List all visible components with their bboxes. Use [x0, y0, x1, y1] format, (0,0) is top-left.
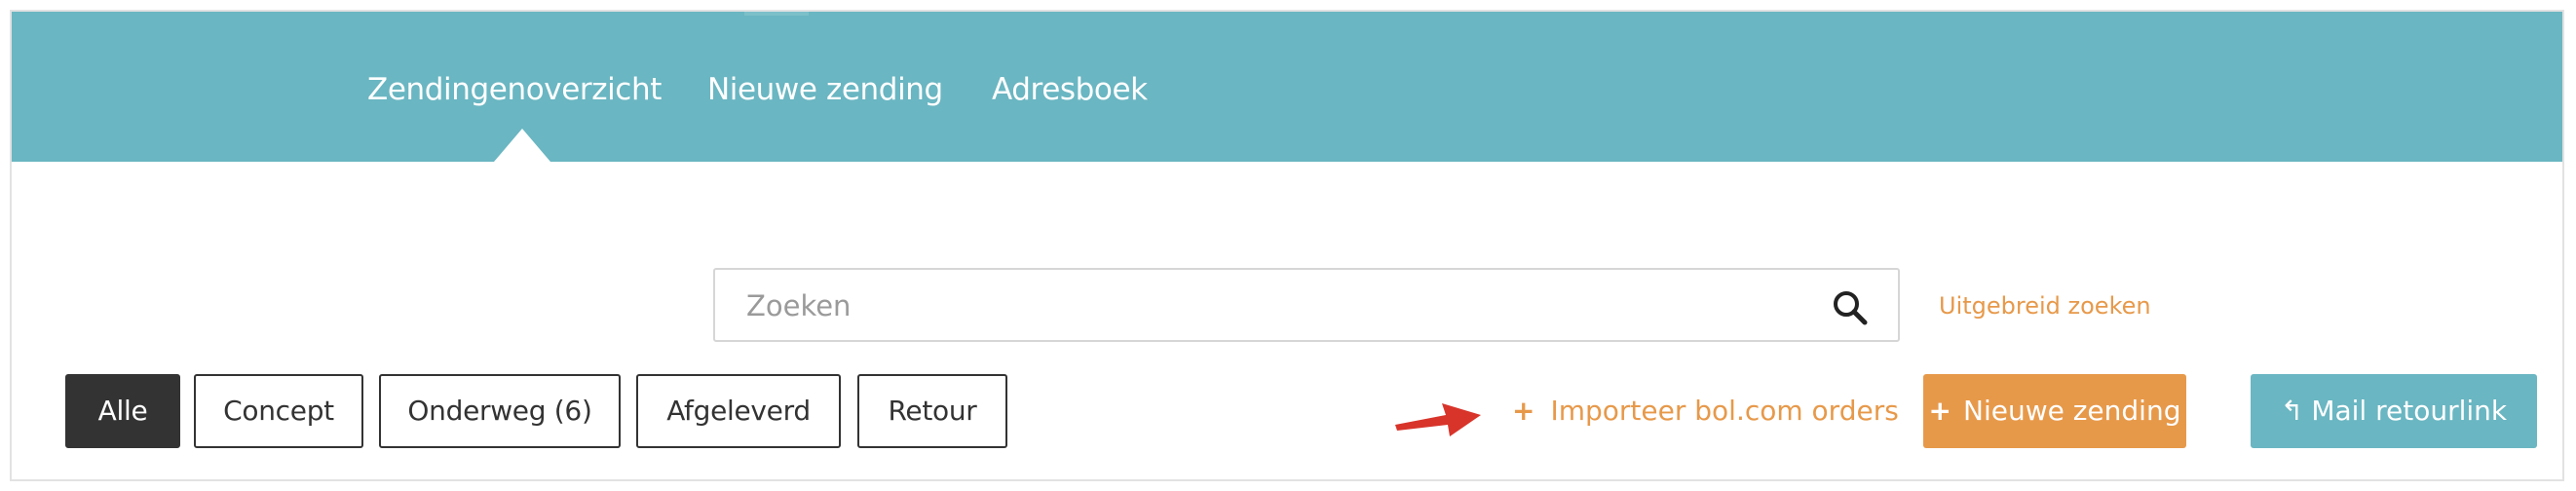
filter-retour-button[interactable]: Retour [857, 374, 1007, 448]
filter-onderweg-button[interactable]: Onderweg (6) [379, 374, 621, 448]
nav-item-adresboek[interactable]: Adresboek [992, 70, 1148, 109]
nav-item-nieuwe-zending[interactable]: Nieuwe zending [707, 70, 943, 109]
search-icon[interactable] [1832, 289, 1869, 326]
mail-return-link-button[interactable]: ↰ Mail retourlink [2251, 374, 2537, 448]
new-shipment-label: Nieuwe zending [1963, 395, 2181, 427]
plus-icon: + [1928, 395, 1951, 427]
active-nav-indicator [494, 129, 550, 162]
search-input[interactable] [744, 282, 1800, 330]
filter-alle-button[interactable]: Alle [65, 374, 180, 448]
filter-concept-button[interactable]: Concept [194, 374, 363, 448]
advanced-search-link[interactable]: Uitgebreid zoeken [1939, 291, 2151, 321]
mail-return-link-label: Mail retourlink [2311, 395, 2508, 427]
nav-item-zendingenoverzicht[interactable]: Zendingenoverzicht [367, 70, 662, 109]
top-navigation-bar: Zendingenoverzicht Nieuwe zending Adresb… [12, 12, 2562, 162]
top-bar-highlight [744, 12, 809, 16]
app-frame: Zendingenoverzicht Nieuwe zending Adresb… [10, 10, 2564, 481]
filter-afgeleverd-button[interactable]: Afgeleverd [636, 374, 841, 448]
import-bol-orders-link[interactable]: + Importeer bol.com orders [1512, 394, 1899, 429]
search-field[interactable] [713, 268, 1900, 342]
new-shipment-button[interactable]: + Nieuwe zending [1923, 374, 2186, 448]
reply-icon: ↰ [2280, 395, 2304, 427]
annotation-arrow-icon [1395, 403, 1481, 436]
plus-icon: + [1512, 395, 1535, 427]
import-bol-orders-label: Importeer bol.com orders [1550, 395, 1899, 427]
